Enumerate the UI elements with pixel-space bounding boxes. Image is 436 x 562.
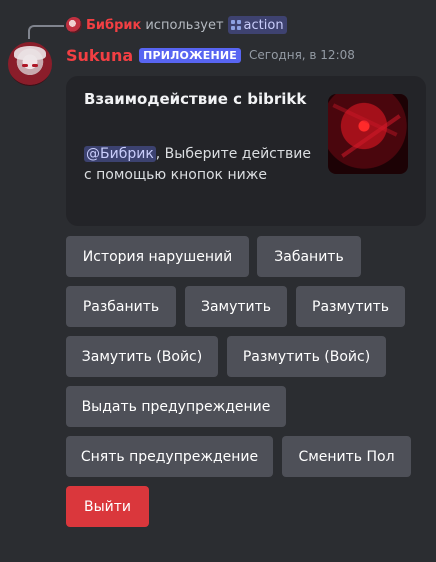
- unwarn-button[interactable]: Снять предупреждение: [66, 436, 273, 477]
- unmute-button[interactable]: Размутить: [296, 286, 405, 327]
- reply-connector: [28, 25, 64, 39]
- mute-voice-button[interactable]: Замутить (Войс): [66, 336, 218, 377]
- unban-button[interactable]: Разбанить: [66, 286, 176, 327]
- embed-title: Взаимодействие с bibrikk: [84, 90, 307, 108]
- message-header: Sukuna ПРИЛОЖЕНИЕ Сегодня, в 12:08: [66, 44, 355, 66]
- app-command-icon: [230, 20, 241, 30]
- author-avatar[interactable]: [8, 42, 52, 86]
- change-gender-button[interactable]: Сменить Пол: [282, 436, 411, 477]
- warn-button[interactable]: Выдать предупреждение: [66, 386, 286, 427]
- ban-button[interactable]: Забанить: [257, 236, 361, 277]
- unmute-voice-button[interactable]: Размутить (Войс): [227, 336, 386, 377]
- embed-thumbnail[interactable]: [328, 94, 408, 174]
- reply-reference[interactable]: Бибрик использует action: [66, 16, 287, 34]
- embed-card: Взаимодействие с bibrikk @Бибрик, Выбери…: [66, 76, 426, 226]
- embed-description: @Бибрик, Выберите действие с помощью кно…: [84, 144, 314, 186]
- command-name: action: [243, 17, 284, 33]
- history-button[interactable]: История нарушений: [66, 236, 249, 277]
- replied-user-avatar[interactable]: [66, 17, 82, 33]
- message-timestamp[interactable]: Сегодня, в 12:08: [249, 48, 355, 62]
- mute-button[interactable]: Замутить: [185, 286, 287, 327]
- exit-button[interactable]: Выйти: [66, 486, 149, 527]
- app-badge: ПРИЛОЖЕНИЕ: [139, 47, 242, 63]
- user-mention[interactable]: @Бибрик: [84, 146, 156, 162]
- slash-command-chip[interactable]: action: [227, 16, 287, 34]
- replied-user-name[interactable]: Бибрик: [86, 18, 141, 33]
- reply-verb: использует: [145, 17, 224, 33]
- author-name[interactable]: Sukuna: [66, 46, 133, 65]
